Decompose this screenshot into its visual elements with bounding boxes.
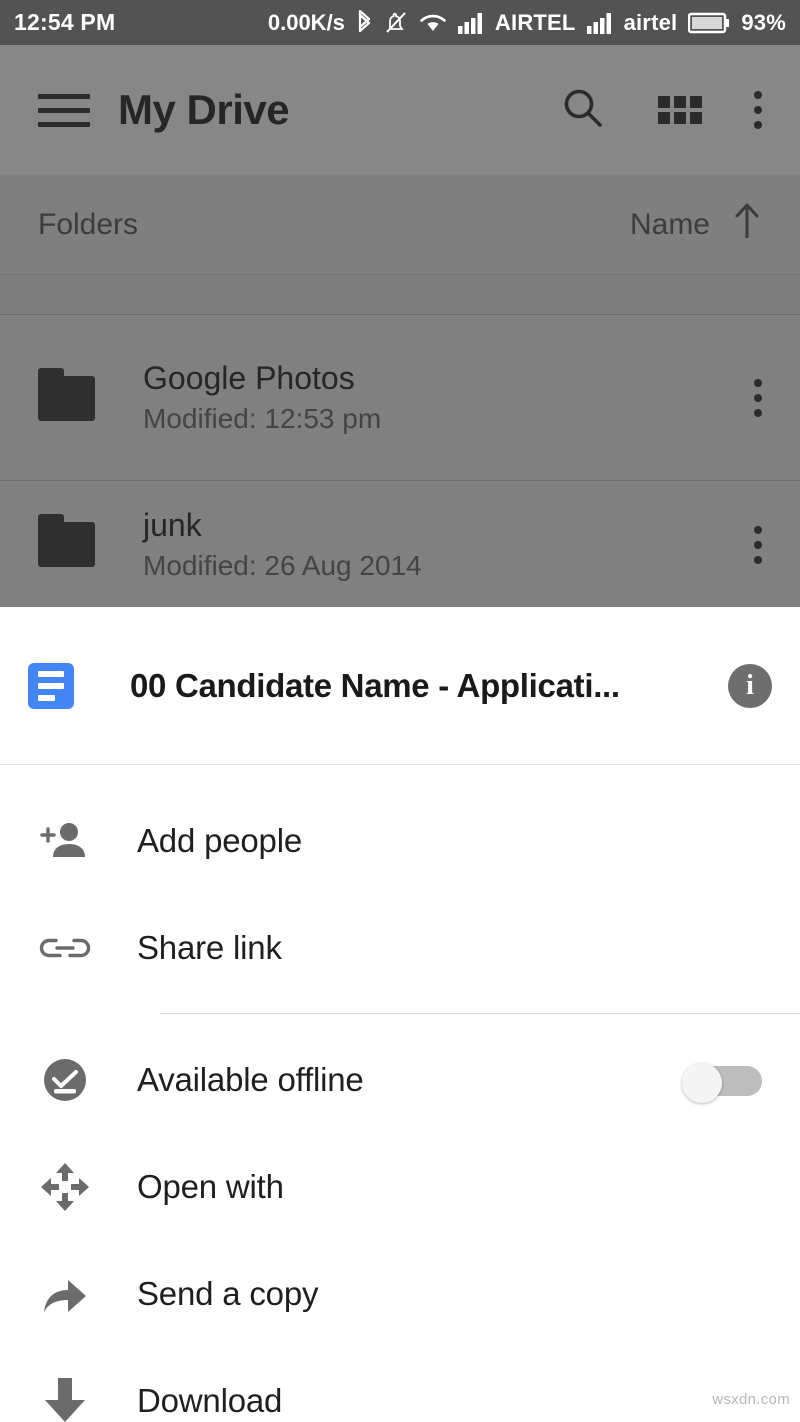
status-bar-time: 12:54 PM (14, 9, 116, 35)
available-offline-toggle[interactable] (682, 1062, 762, 1103)
file-title: 00 Candidate Name - Applicati... (130, 666, 620, 704)
overflow-menu-icon[interactable] (754, 91, 762, 129)
folder-modified: Modified: 26 Aug 2014 (143, 549, 422, 581)
menu-item-available-offline[interactable]: Available offline (0, 1026, 800, 1133)
menu-item-open-with[interactable]: Open with (0, 1133, 800, 1240)
network-speed-label: 0.00K/s (267, 9, 345, 35)
toggle-knob (682, 1062, 722, 1103)
watermark: wsxdn.com (712, 1391, 790, 1408)
bluetooth-icon (356, 9, 373, 36)
battery-icon (688, 11, 730, 35)
page-title: My Drive (118, 86, 290, 133)
folder-overflow-icon[interactable] (754, 525, 762, 564)
folder-icon (38, 514, 95, 567)
status-bar: 12:54 PM 0.00K/s AIRTEL airtel 93% (0, 0, 800, 45)
folder-list-item[interactable]: junk Modified: 26 Aug 2014 (0, 482, 800, 607)
menu-item-label: Send a copy (137, 1274, 319, 1312)
menu-item-label: Share link (137, 928, 282, 966)
google-docs-icon (28, 662, 74, 709)
search-icon[interactable] (560, 85, 606, 136)
menu-item-add-people[interactable]: Add people (0, 787, 800, 894)
hamburger-menu-icon[interactable] (38, 93, 90, 127)
carrier-label-2: airtel (623, 9, 678, 35)
signal-bars-icon-1 (457, 12, 484, 34)
arrow-up-icon (732, 202, 762, 247)
phone-screen: 12:54 PM 0.00K/s AIRTEL airtel 93% My Dr… (0, 0, 800, 1422)
download-arrow-icon (38, 1374, 92, 1422)
menu-item-label: Open with (137, 1167, 284, 1205)
menu-section-divider (160, 1013, 800, 1014)
wifi-icon (419, 12, 447, 34)
section-sort-bar: Folders Name (0, 175, 800, 275)
link-icon (38, 921, 92, 975)
file-actions-menu: Add people Share link Available offline … (0, 765, 800, 1422)
open-with-move-icon (38, 1160, 92, 1214)
section-label-folders: Folders (38, 207, 139, 241)
person-add-icon (38, 814, 92, 868)
info-glyph: i (746, 669, 754, 701)
grid-view-icon[interactable] (658, 96, 702, 124)
folder-name: junk (143, 506, 202, 543)
folder-overflow-icon[interactable] (754, 379, 762, 417)
list-spacer (0, 276, 800, 315)
menu-item-send-a-copy[interactable]: Send a copy (0, 1240, 800, 1347)
sort-field-label: Name (629, 207, 710, 241)
menu-item-share-link[interactable]: Share link (0, 894, 800, 1001)
folder-list-item[interactable]: Google Photos Modified: 12:53 pm (0, 316, 800, 481)
battery-percent-label: 93% (741, 9, 786, 35)
folder-name: Google Photos (143, 360, 355, 397)
sort-control[interactable]: Name (630, 202, 762, 247)
folder-modified: Modified: 12:53 pm (143, 403, 382, 435)
info-icon[interactable]: i (728, 663, 772, 708)
offline-check-icon (38, 1053, 92, 1107)
menu-item-label: Add people (137, 821, 302, 859)
signal-bars-icon-2 (586, 12, 613, 34)
menu-item-download[interactable]: Download (0, 1347, 800, 1422)
bell-muted-icon (384, 10, 408, 36)
bottom-sheet-header: 00 Candidate Name - Applicati... i (0, 607, 800, 765)
menu-item-label: Download (137, 1381, 283, 1419)
app-bar: My Drive (0, 45, 800, 175)
menu-item-label: Available offline (137, 1060, 364, 1098)
folder-icon (38, 367, 95, 421)
carrier-label-1: AIRTEL (494, 9, 576, 35)
share-arrow-icon (38, 1267, 92, 1321)
file-actions-bottom-sheet: 00 Candidate Name - Applicati... i Add p… (0, 607, 800, 1422)
